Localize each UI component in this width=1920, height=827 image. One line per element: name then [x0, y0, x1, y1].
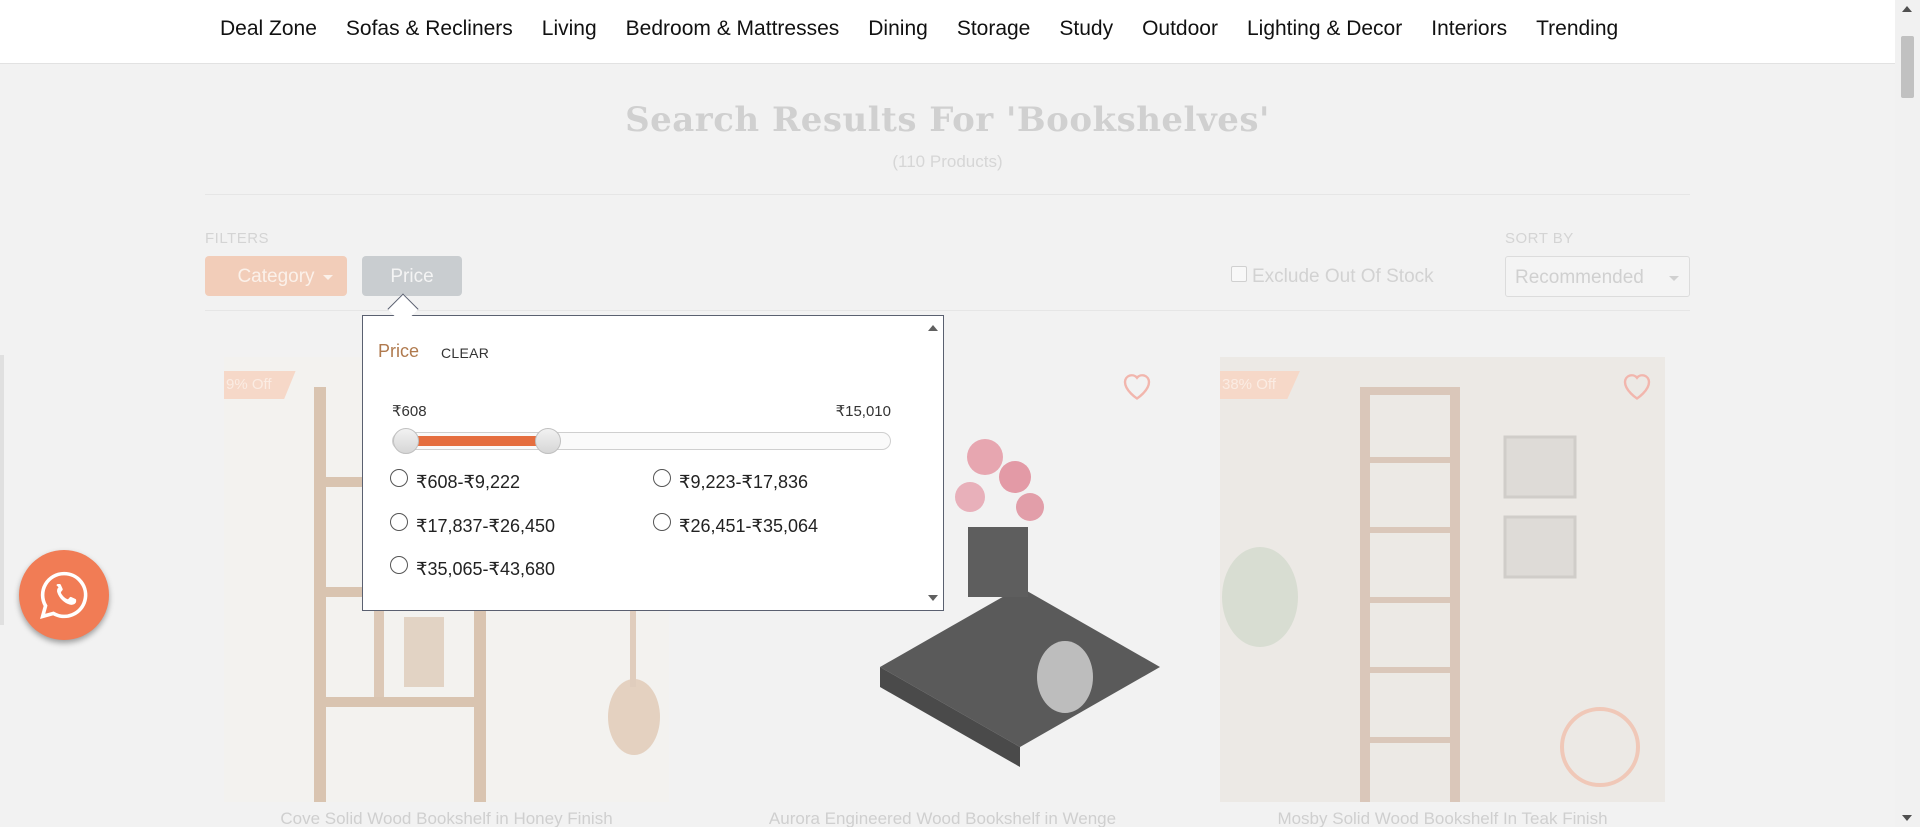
price-option[interactable]: ₹26,451-₹35,064	[653, 513, 819, 537]
category-filter-label: Category	[237, 266, 315, 287]
heart-outline-icon[interactable]	[1119, 367, 1155, 403]
scroll-up-arrow-icon[interactable]	[928, 325, 938, 331]
exclude-out-of-stock-label: Exclude Out Of Stock	[1252, 266, 1434, 287]
range-min-value: ₹608	[392, 403, 427, 420]
price-option-label: ₹9,223-₹17,836	[679, 472, 808, 492]
price-option[interactable]: ₹17,837-₹26,450	[390, 513, 556, 537]
filters-label: FILTERS	[205, 230, 270, 247]
price-slider-track[interactable]	[392, 432, 891, 450]
search-results-page: Search Results For 'Bookshelves' (110 Pr…	[0, 64, 1895, 827]
price-option-radio[interactable]	[653, 469, 671, 487]
price-popup-title: Price	[378, 341, 420, 361]
discount-badge: 9% Off	[224, 371, 296, 399]
exclude-out-of-stock-checkbox[interactable]	[1231, 266, 1247, 282]
sort-by-label: SORT BY	[1505, 230, 1574, 247]
price-option[interactable]: ₹9,223-₹17,836	[653, 469, 808, 493]
price-option-radio[interactable]	[653, 513, 671, 531]
price-slider-max-handle[interactable]	[534, 428, 561, 454]
price-slider-fill	[406, 436, 548, 446]
product-card[interactable]: 38% Off Mosby Solid Wood Bookshelf In Te…	[1220, 357, 1665, 827]
nav-item-living[interactable]: Living	[542, 17, 597, 41]
divider	[205, 310, 1690, 311]
nav-item-sofas-recliners[interactable]: Sofas & Recliners	[346, 17, 513, 41]
scroll-down-arrow-icon[interactable]	[928, 595, 938, 601]
price-option-radio[interactable]	[390, 556, 408, 574]
chevron-down-icon	[1669, 276, 1679, 281]
product-name[interactable]: Aurora Engineered Wood Bookshelf in Weng…	[720, 809, 1165, 827]
nav-item-storage[interactable]: Storage	[957, 17, 1031, 41]
nav-item-dining[interactable]: Dining	[868, 17, 928, 41]
nav-item-bedroom-mattresses[interactable]: Bedroom & Mattresses	[626, 17, 840, 41]
exclude-out-of-stock[interactable]: Exclude Out Of Stock	[1231, 266, 1434, 288]
nav-item-deal-zone[interactable]: Deal Zone	[220, 17, 317, 41]
range-max-value: ₹15,010	[835, 403, 891, 420]
price-option-label: ₹17,837-₹26,450	[416, 516, 556, 536]
clear-button[interactable]: CLEAR	[441, 345, 489, 361]
nav-item-study[interactable]: Study	[1059, 17, 1113, 41]
price-filter-popup: Price CLEAR ₹608 ₹15,010 ₹608-₹9,222 ₹9,…	[362, 315, 944, 611]
price-option-label: ₹608-₹9,222	[416, 472, 520, 492]
side-strip	[0, 355, 4, 625]
nav-item-trending[interactable]: Trending	[1536, 17, 1618, 41]
price-filter-label: Price	[390, 266, 434, 287]
product-name[interactable]: Mosby Solid Wood Bookshelf In Teak Finis…	[1220, 809, 1665, 827]
popup-scrollbar[interactable]	[923, 316, 943, 610]
price-option-radio[interactable]	[390, 513, 408, 531]
price-option[interactable]: ₹608-₹9,222	[390, 469, 520, 493]
divider	[205, 194, 1690, 195]
scroll-up-arrow-icon[interactable]	[1902, 6, 1912, 12]
nav-item-outdoor[interactable]: Outdoor	[1142, 17, 1218, 41]
price-option-label: ₹35,065-₹43,680	[416, 559, 556, 579]
whatsapp-icon	[40, 571, 88, 619]
scroll-thumb[interactable]	[1901, 36, 1914, 98]
sort-select-value: Recommended	[1515, 267, 1644, 288]
price-option-radio[interactable]	[390, 469, 408, 487]
category-filter-button[interactable]: Category	[205, 256, 347, 296]
price-filter-button[interactable]: Price	[362, 256, 462, 296]
whatsapp-button[interactable]	[19, 550, 109, 640]
nav-item-interiors[interactable]: Interiors	[1431, 17, 1507, 41]
scroll-down-arrow-icon[interactable]	[1902, 815, 1912, 821]
nav-item-lighting-decor[interactable]: Lighting & Decor	[1247, 17, 1402, 41]
price-slider-min-handle[interactable]	[393, 428, 419, 454]
chevron-down-icon	[323, 275, 333, 280]
results-count: (110 Products)	[892, 152, 1003, 171]
sort-select[interactable]: Recommended	[1505, 256, 1690, 297]
price-option-label: ₹26,451-₹35,064	[679, 516, 819, 536]
heart-outline-icon[interactable]	[1619, 367, 1655, 403]
top-nav: Deal Zone Sofas & Recliners Living Bedro…	[0, 0, 1895, 64]
product-image[interactable]: 38% Off	[1220, 357, 1665, 802]
product-name[interactable]: Cove Solid Wood Bookshelf in Honey Finis…	[224, 809, 669, 827]
discount-badge: 38% Off	[1220, 371, 1300, 399]
page-title: Search Results For 'Bookshelves'	[625, 100, 1270, 140]
page-scrollbar[interactable]	[1895, 0, 1920, 827]
price-option[interactable]: ₹35,065-₹43,680	[390, 556, 556, 580]
